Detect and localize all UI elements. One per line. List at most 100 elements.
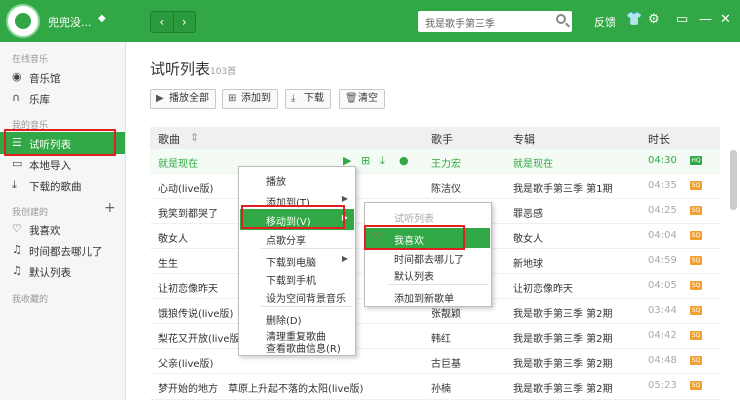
sidebar: 在线音乐 ◉ 音乐馆 ∩ 乐库 我的音乐 ☰ 试听列表 ▭ 本地导入 ⤓ 下载的…	[0, 42, 126, 400]
sidebar-item-label: 时间都去哪儿了	[29, 246, 103, 258]
menu-item-label: 下载到电脑	[266, 258, 316, 269]
album-name[interactable]: 敬女人	[513, 230, 543, 245]
table-row[interactable]: 父亲(live版) 古巨基 我是歌手第三季 第2期 04:48 SQ	[150, 349, 720, 374]
menu-item-song-info[interactable]: 查看歌曲信息(R)	[240, 340, 354, 355]
table-row[interactable]: 梨花又开放(live版) 韩红 我是歌手第三季 第2期 04:42 SQ	[150, 324, 720, 349]
button-label: 清空	[358, 93, 378, 104]
duration: 04:59	[648, 255, 677, 266]
column-album[interactable]: 专辑	[513, 131, 535, 147]
song-title[interactable]: 梨花又开放(live版)	[158, 330, 243, 345]
column-song[interactable]: 歌曲	[158, 131, 180, 147]
menu-item-set-bg-music[interactable]: 设为空间背景音乐	[240, 286, 354, 307]
song-title[interactable]: 让初恋像昨天	[158, 280, 218, 295]
search-input[interactable]: 我是歌手第三季	[418, 11, 572, 32]
download-icon[interactable]: ⤓	[380, 154, 385, 168]
play-all-button[interactable]: ▶ 播放全部	[150, 89, 216, 109]
submenu-item-default-list[interactable]: 默认列表	[366, 264, 490, 284]
minimize-icon[interactable]: —	[699, 12, 712, 27]
song-title[interactable]: 心动(live版)	[158, 180, 213, 195]
sort-icon[interactable]: ⇕	[190, 131, 199, 144]
sidebar-item-downloaded[interactable]: ⤓ 下载的歌曲	[0, 174, 125, 196]
menu-item-move-to[interactable]: 移动到(V) ▶	[240, 209, 354, 230]
song-title[interactable]: 饿狼传说(live版)	[158, 305, 233, 320]
submenu-arrow-icon: ▶	[341, 194, 348, 203]
skin-shirt-icon[interactable]: 👕	[626, 12, 642, 27]
album-name[interactable]: 罪恶感	[513, 205, 543, 220]
sidebar-item-label: 默认列表	[29, 267, 71, 279]
singer-name[interactable]: 陈洁仪	[431, 180, 461, 195]
more-icon[interactable]: ●	[399, 154, 409, 167]
album-name[interactable]: 我是歌手第三季 第2期	[513, 355, 613, 370]
song-title[interactable]: 敬女人	[158, 230, 188, 245]
back-arrow-icon[interactable]: ‹	[151, 12, 174, 32]
feedback-link[interactable]: 反馈	[594, 14, 616, 30]
mini-mode-icon[interactable]: ▭	[676, 12, 688, 27]
nav-buttons: ‹ ›	[150, 11, 196, 33]
singer-name[interactable]: 古巨基	[431, 355, 461, 370]
sidebar-item-trial-list[interactable]: ☰ 试听列表	[0, 132, 125, 154]
add-playlist-plus-icon[interactable]: +	[104, 200, 116, 216]
album-name[interactable]: 新地球	[513, 255, 543, 270]
song-title[interactable]: 父亲(live版)	[158, 355, 213, 370]
table-row[interactable]: 梦开始的地方 草原上升起不落的太阳(live版) 孙楠 我是歌手第三季 第2期 …	[150, 374, 720, 400]
menu-item-add-to[interactable]: 添加到(T) ▶	[240, 190, 354, 211]
clear-button[interactable]: 🗑 清空	[339, 89, 385, 109]
quality-badge: SQ	[690, 231, 702, 240]
username[interactable]: 兜兜没...	[48, 14, 92, 30]
scrollbar-thumb[interactable]	[730, 150, 737, 210]
quality-badge: SQ	[690, 206, 702, 215]
singer-name[interactable]: 孙楠	[431, 380, 451, 395]
table-row[interactable]: 就是现在 ▶ ⊞ ⤓ ● 王力宏 就是现在 04:30 HQ	[150, 149, 720, 174]
submenu-item-favorites[interactable]: ♡ 我喜欢	[366, 228, 490, 248]
download-button[interactable]: ⤓ 下载	[285, 89, 331, 109]
album-name[interactable]: 我是歌手第三季 第2期	[513, 380, 613, 395]
menu-item-share[interactable]: 点歌分享	[240, 228, 354, 249]
song-title[interactable]: 就是现在	[158, 155, 198, 170]
duration: 04:42	[648, 330, 677, 341]
duration: 04:30	[648, 155, 677, 166]
search-icon[interactable]	[556, 14, 566, 24]
song-title[interactable]: 我笑到都哭了	[158, 205, 218, 220]
album-name[interactable]: 我是歌手第三季 第1期	[513, 180, 613, 195]
duration: 04:04	[648, 230, 677, 241]
forward-arrow-icon[interactable]: ›	[174, 12, 196, 32]
submenu-item-label: 默认列表	[394, 272, 434, 283]
sidebar-item-music-hall[interactable]: ◉ 音乐馆	[0, 66, 125, 88]
music-hall-icon: ◉	[12, 70, 22, 83]
trash-icon: 🗑	[345, 93, 358, 104]
sidebar-item-favorites[interactable]: ♡ 我喜欢	[0, 218, 125, 240]
singer-name[interactable]: 张靓颖	[431, 305, 461, 320]
submenu-item-label: 试听列表	[394, 214, 434, 225]
sidebar-head-online: 在线音乐	[12, 55, 49, 65]
menu-item-play[interactable]: 播放	[240, 169, 354, 190]
add-icon[interactable]: ⊞	[361, 154, 370, 167]
singer-name[interactable]: 韩红	[431, 330, 451, 345]
singer-name[interactable]: 王力宏	[431, 155, 461, 170]
sidebar-head-my-music: 我的音乐	[12, 121, 49, 131]
sidebar-item-where-time-went[interactable]: ♫ 时间都去哪儿了	[0, 239, 125, 261]
duration: 04:48	[648, 355, 677, 366]
column-singer[interactable]: 歌手	[431, 131, 453, 147]
menu-item-label: 添加到(T)	[266, 198, 310, 209]
duration: 03:44	[648, 305, 677, 316]
album-name[interactable]: 我是歌手第三季 第2期	[513, 330, 613, 345]
duration: 04:05	[648, 280, 677, 291]
column-duration[interactable]: 时长	[648, 131, 670, 147]
sidebar-item-library[interactable]: ∩ 乐库	[0, 87, 125, 109]
vip-diamond-icon[interactable]: ◆	[98, 13, 106, 24]
close-icon[interactable]: ✕	[720, 12, 731, 27]
context-menu: 播放 添加到(T) ▶ 移动到(V) ▶ 点歌分享 下载到电脑 ▶ 下载到手机 设为空…	[238, 166, 356, 356]
avatar[interactable]	[6, 4, 40, 38]
sidebar-item-default-list[interactable]: ♫ 默认列表	[0, 260, 125, 282]
album-name[interactable]: 让初恋像昨天	[513, 280, 573, 295]
submenu-item-new-playlist[interactable]: 添加到新歌单	[366, 286, 490, 306]
song-title[interactable]: 生生	[158, 255, 178, 270]
sidebar-item-local-import[interactable]: ▭ 本地导入	[0, 153, 125, 175]
table-row[interactable]: 心动(live版) 陈洁仪 我是歌手第三季 第1期 04:35 SQ	[150, 174, 720, 199]
album-name[interactable]: 就是现在	[513, 155, 553, 170]
song-title[interactable]: 梦开始的地方 草原上升起不落的太阳(live版)	[158, 380, 363, 395]
add-to-button[interactable]: ⊞ 添加到	[222, 89, 278, 109]
album-name[interactable]: 我是歌手第三季 第2期	[513, 305, 613, 320]
menu-item-label: 下载到手机	[266, 276, 316, 287]
gear-icon[interactable]: ⚙	[648, 12, 660, 27]
